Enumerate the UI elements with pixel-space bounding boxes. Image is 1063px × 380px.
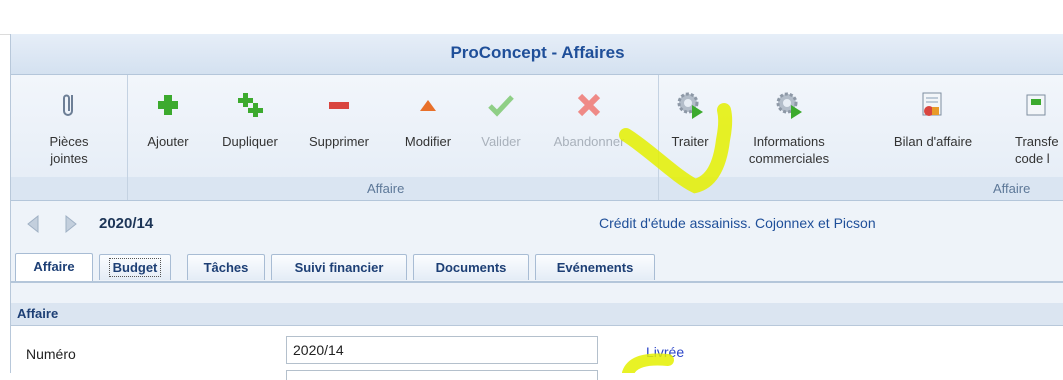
validate-check-icon	[488, 95, 514, 117]
edit-button[interactable]: Modifier	[391, 81, 465, 177]
tab-bar: Affaire Budget Tâches Suivi financier Do…	[11, 247, 1063, 283]
delete-button[interactable]: Supprimer	[295, 81, 383, 177]
numero-label: Numéro	[26, 346, 76, 362]
ribbon-toolbar: Pièces jointes Ajouter Dupliquer Supprim…	[11, 75, 1063, 201]
commercial-info-label: Informations commerciales	[748, 134, 830, 166]
attachments-label: Pièces jointes	[49, 134, 89, 166]
delete-icon	[329, 102, 349, 109]
tab-evenements-label: Evénements	[556, 260, 634, 275]
previous-record-icon[interactable]	[25, 214, 41, 234]
commercial-info-button[interactable]: Informations commerciales	[735, 81, 843, 177]
commercial-info-gear-icon	[776, 92, 802, 119]
app-window: ProConcept - Affaires Pièces jointes Ajo…	[10, 34, 1063, 380]
record-description: Crédit d'étude assainiss. Cojonnex et Pi…	[599, 215, 876, 231]
balance-report-icon	[922, 92, 942, 116]
window-title: ProConcept - Affaires	[450, 43, 625, 62]
process-gear-icon	[677, 92, 703, 119]
attachments-button[interactable]: Pièces jointes	[29, 81, 109, 177]
abandon-button[interactable]: Abandonner	[537, 81, 641, 177]
tab-documents-label: Documents	[435, 260, 507, 275]
ribbon-separator	[658, 75, 659, 200]
tab-affaire[interactable]: Affaire	[15, 253, 93, 281]
tab-evenements[interactable]: Evénements	[535, 254, 655, 280]
paperclip-icon	[63, 94, 73, 116]
section-header-affaire: Affaire	[11, 303, 1063, 326]
process-button[interactable]: Traiter	[661, 81, 719, 177]
tab-affaire-label: Affaire	[33, 259, 75, 274]
ribbon-group-label-bar	[11, 177, 1063, 200]
balance-report-button[interactable]: Bilan d'affaire	[877, 81, 989, 177]
add-icon	[158, 95, 178, 115]
tab-taches-label: Tâches	[203, 260, 249, 275]
ribbon-group-actions-label: Affaire	[993, 181, 1031, 196]
duplicate-label: Dupliquer	[222, 134, 278, 149]
transfer-button[interactable]: Transfe code l	[1015, 81, 1063, 177]
secondary-field[interactable]	[286, 370, 598, 380]
duplicate-button[interactable]: Dupliquer	[207, 81, 293, 177]
tab-taches[interactable]: Tâches	[187, 254, 265, 280]
browser-top-strip	[0, 0, 1063, 35]
ribbon-separator	[127, 75, 128, 200]
edit-label: Modifier	[404, 134, 452, 149]
form-area: Numéro Livrée	[11, 326, 1063, 380]
tab-suivi-financier[interactable]: Suivi financier	[271, 254, 407, 280]
balance-report-label: Bilan d'affaire	[893, 134, 973, 149]
edit-icon	[420, 100, 436, 111]
transfer-icon	[1026, 94, 1046, 116]
section-title: Affaire	[17, 306, 59, 321]
add-button[interactable]: Ajouter	[135, 81, 201, 177]
record-number: 2020/14	[99, 215, 154, 232]
tab-budget-label: Budget	[108, 258, 162, 277]
abandon-label: Abandonner	[553, 134, 625, 149]
validate-button[interactable]: Valider	[471, 81, 531, 177]
ribbon-group-affaire-label: Affaire	[367, 181, 405, 196]
add-label: Ajouter	[147, 134, 189, 149]
validate-label: Valider	[481, 134, 521, 149]
tab-budget[interactable]: Budget	[99, 254, 171, 280]
record-navigation-bar: 2020/14 Crédit d'étude assainiss. Cojonn…	[11, 202, 1063, 246]
transfer-label: Transfe code l	[1015, 134, 1059, 166]
numero-field[interactable]	[286, 336, 598, 364]
process-label: Traiter	[671, 134, 709, 149]
next-record-icon[interactable]	[63, 214, 79, 234]
tab-documents[interactable]: Documents	[413, 254, 529, 280]
duplicate-icon	[238, 93, 263, 117]
abandon-x-icon	[577, 93, 601, 117]
tab-suivi-financier-label: Suivi financier	[294, 260, 384, 275]
delete-label: Supprimer	[309, 134, 369, 149]
status-link[interactable]: Livrée	[646, 344, 684, 360]
title-bar: ProConcept - Affaires	[11, 34, 1063, 75]
